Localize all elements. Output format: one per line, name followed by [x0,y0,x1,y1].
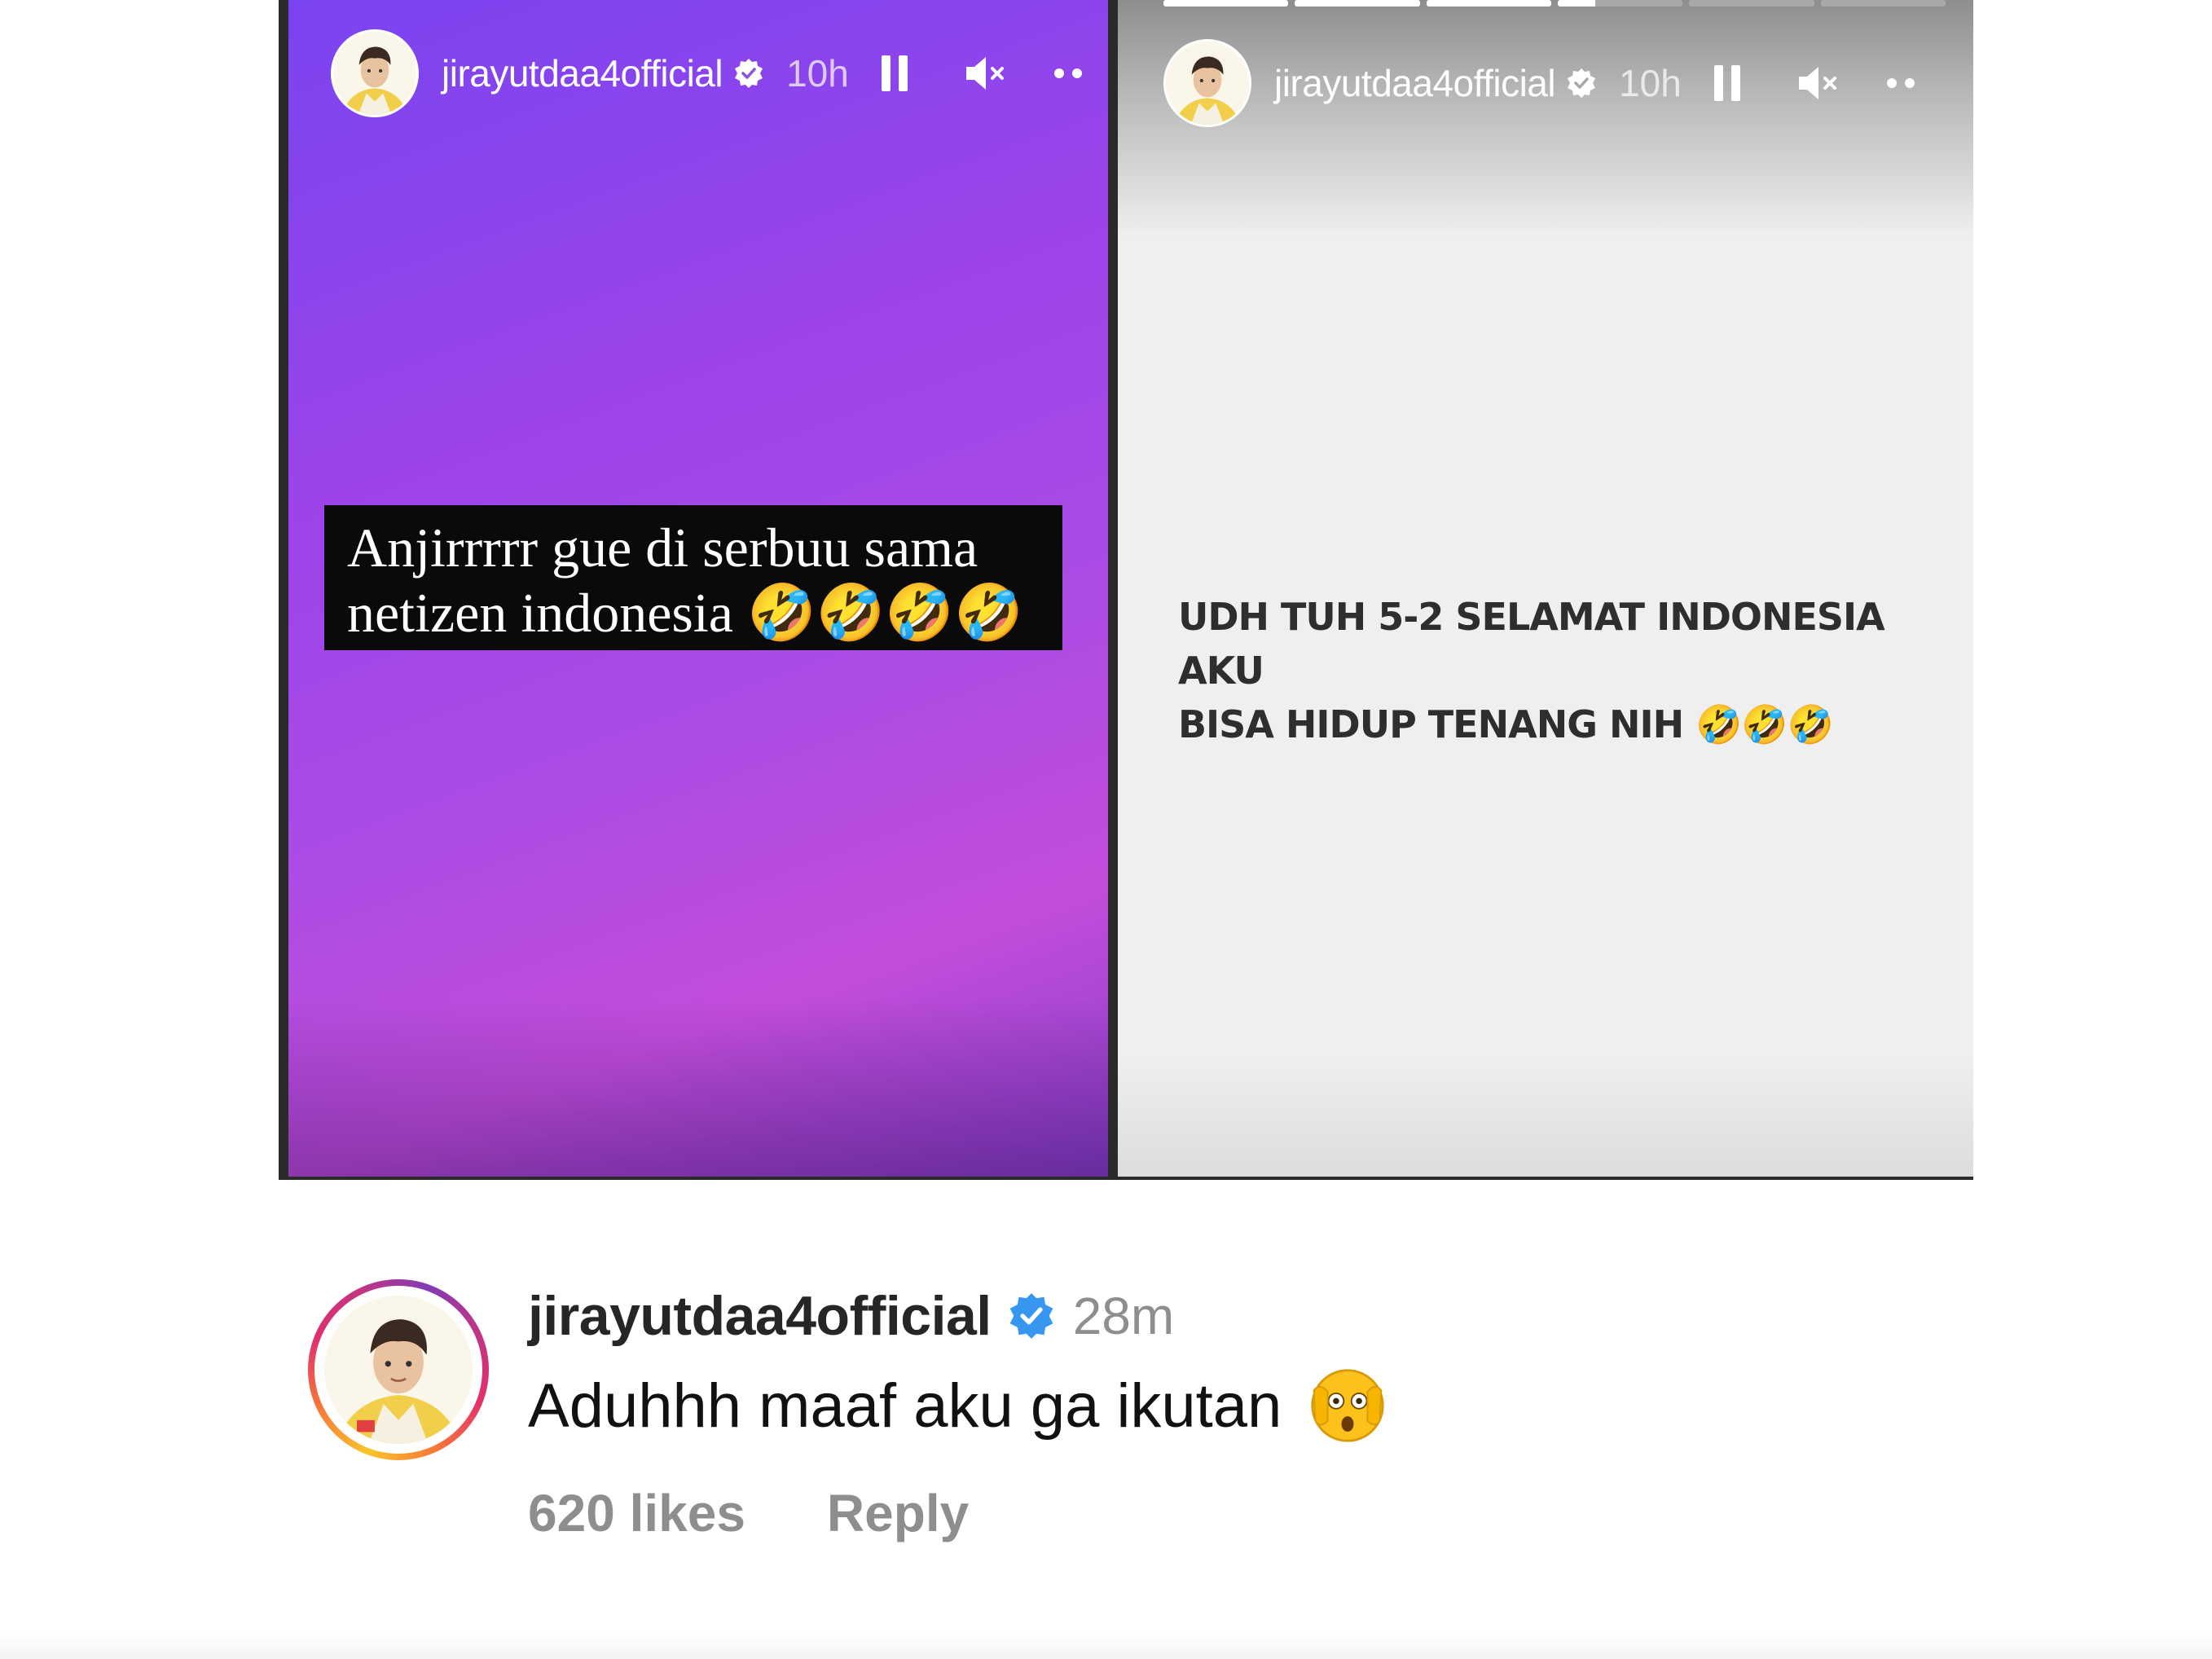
story-username[interactable]: jirayutdaa4official [1274,61,1556,105]
avatar-portrait-icon [1166,42,1249,125]
reply-button[interactable]: Reply [827,1483,969,1543]
caption-line: Anjirrrrr gue di serbuu sama [347,517,978,579]
caption-line: UDH TUH 5-2 SELAMAT INDONESIA AKU [1178,595,1885,693]
verified-badge-icon [1009,1293,1053,1339]
story-left[interactable]: jirayutdaa4official 10h Anjirrrrr gue di… [288,0,1108,1177]
caption-text: BISA HIDUP TENANG NIH [1178,702,1684,746]
comment: jirayutdaa4official 28m Aduhhh maaf aku … [308,1279,1937,1622]
story-username[interactable]: jirayutdaa4official [442,51,723,95]
caption-line: netizen indonesia 🤣🤣🤣🤣 [347,580,1041,646]
comment-text: Aduhhh maaf aku ga ikutan [528,1367,1386,1444]
more-icon[interactable] [1051,65,1084,81]
story-header-right: jirayutdaa4official 10h [1118,36,1973,130]
comment-username[interactable]: jirayutdaa4official [528,1284,992,1348]
avatar[interactable] [331,29,419,117]
story-time: 10h [1619,62,1682,104]
comment-time: 28m [1072,1287,1175,1345]
avatar[interactable] [1163,39,1251,127]
likes-count[interactable]: 620 likes [528,1483,745,1543]
mute-icon[interactable] [1796,62,1841,104]
progress-segment [1426,0,1551,7]
story-caption-box: Anjirrrrr gue di serbuu sama netizen ind… [324,505,1062,650]
rofl-emoji-icon: 🤣🤣🤣🤣 [746,581,1023,645]
pause-icon[interactable] [878,52,911,95]
avatar-portrait-icon [324,1296,473,1444]
story-ring-avatar[interactable] [308,1279,489,1460]
story-progress-bar [1163,0,1946,7]
story-right[interactable]: jirayutdaa4official 10h UDH TUH 5-2 SELA… [1118,0,1973,1177]
progress-segment [1163,0,1289,7]
bottom-edge [0,1635,2212,1659]
story-header-left: jirayutdaa4official 10h [288,26,1108,121]
story-time: 10h [786,52,849,95]
comment-actions: 620 likes Reply [528,1483,969,1543]
avatar-portrait-icon [333,32,416,115]
pause-icon[interactable] [1711,62,1744,104]
comment-header: jirayutdaa4official 28m [528,1284,1174,1348]
comment-body: Aduhhh maaf aku ga ikutan [528,1371,1282,1441]
rofl-emoji-icon: 🤣🤣🤣 [1695,702,1834,746]
caption-text: netizen indonesia [347,582,733,644]
mute-icon[interactable] [963,52,1009,95]
progress-segment [1820,0,1946,7]
avatar[interactable] [324,1296,473,1444]
more-icon[interactable] [1884,75,1916,91]
progress-segment [1557,0,1683,7]
verified-badge-icon [735,59,763,88]
screenshot-canvas: jirayutdaa4official 10h Anjirrrrr gue di… [0,0,2212,1659]
progress-segment [1295,0,1420,7]
caption-line: BISA HIDUP TENANG NIH 🤣🤣🤣 [1178,697,1960,751]
progress-segment [1689,0,1814,7]
stories-strip: jirayutdaa4official 10h Anjirrrrr gue di… [279,0,1973,1180]
verified-badge-icon [1568,68,1596,98]
story-caption-text: UDH TUH 5-2 SELAMAT INDONESIA AKU BISA H… [1178,590,1960,751]
peeking-face-emoji-icon [1311,1369,1384,1442]
